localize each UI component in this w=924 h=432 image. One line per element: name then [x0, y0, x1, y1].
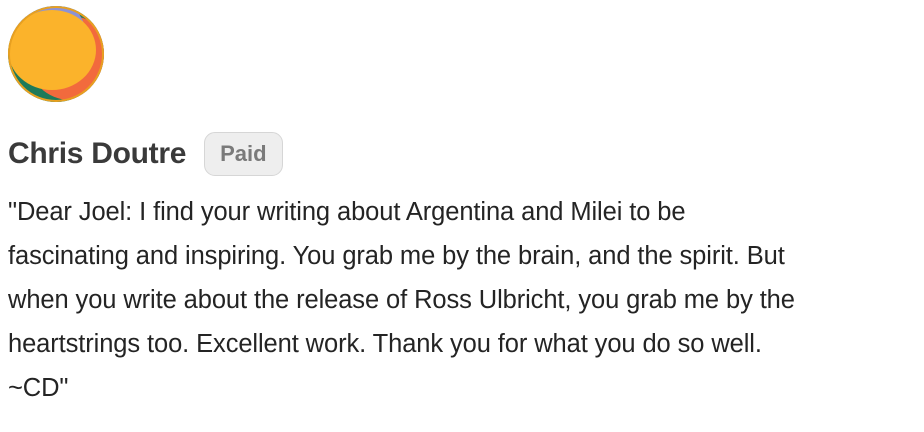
avatar-image-icon — [8, 6, 104, 102]
comment-line: heartstrings too. Excellent work. Thank … — [8, 330, 762, 358]
comment-header: Chris Doutre Paid — [8, 131, 283, 177]
comment-line: ~CD" — [8, 374, 69, 402]
comment-line: fascinating and inspiring. You grab me b… — [8, 242, 785, 270]
avatar[interactable] — [8, 6, 104, 102]
paid-badge: Paid — [204, 132, 283, 176]
comment-line: when you write about the release of Ross… — [8, 286, 795, 314]
comment-body: "Dear Joel: I find your writing about Ar… — [8, 190, 920, 410]
author-name[interactable]: Chris Doutre — [8, 137, 186, 171]
comment-line: "Dear Joel: I find your writing about Ar… — [8, 198, 686, 226]
